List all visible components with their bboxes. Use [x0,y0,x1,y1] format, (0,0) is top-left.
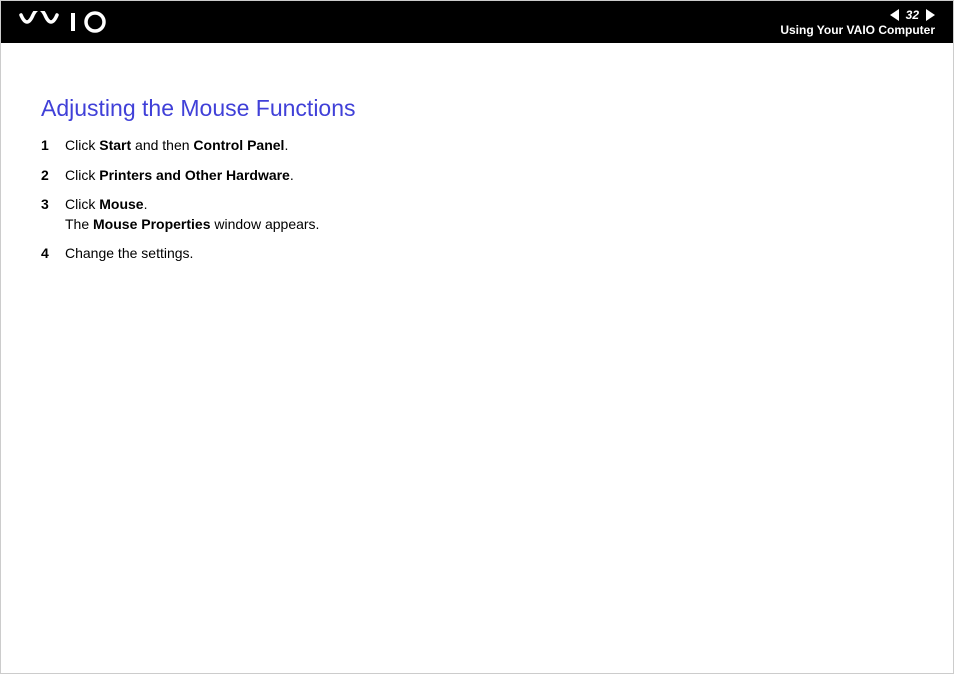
breadcrumb: Using Your VAIO Computer [780,23,935,37]
step-text: Click Start and then Control Panel. [65,136,913,156]
step-text: Change the settings. [65,244,913,264]
page-nav: 32 [890,8,935,22]
step-number: 3 [41,195,65,215]
step-text: Click Printers and Other Hardware. [65,166,913,186]
content-area: Adjusting the Mouse Functions 1 Click St… [1,43,953,264]
step-number: 1 [41,136,65,156]
step-text: Click Mouse.The Mouse Properties window … [65,195,913,234]
page-number: 32 [903,8,922,22]
vaio-logo-icon [19,11,119,33]
step-number: 4 [41,244,65,264]
list-item: 2 Click Printers and Other Hardware. [41,166,913,186]
section-title: Adjusting the Mouse Functions [41,95,913,122]
step-number: 2 [41,166,65,186]
steps-list: 1 Click Start and then Control Panel. 2 … [41,136,913,264]
next-page-arrow-icon[interactable] [926,9,935,21]
list-item: 1 Click Start and then Control Panel. [41,136,913,156]
header-right: 32 Using Your VAIO Computer [780,8,935,37]
list-item: 4 Change the settings. [41,244,913,264]
list-item: 3 Click Mouse.The Mouse Properties windo… [41,195,913,234]
prev-page-arrow-icon[interactable] [890,9,899,21]
header-bar: 32 Using Your VAIO Computer [1,1,953,43]
vaio-logo [19,11,119,33]
